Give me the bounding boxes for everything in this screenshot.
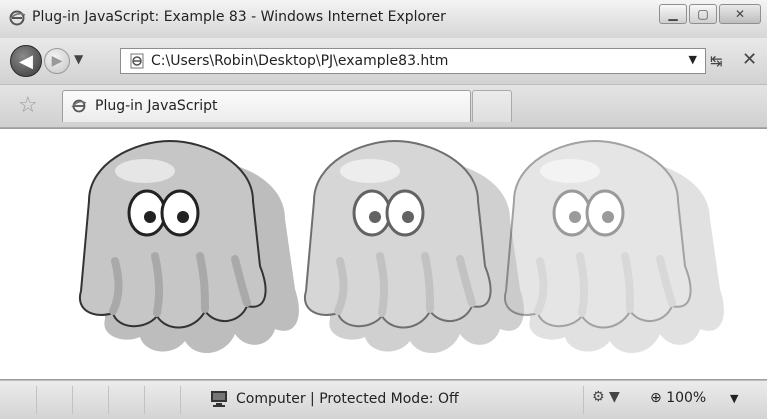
address-input[interactable]	[151, 51, 661, 71]
ie-logo-icon	[9, 10, 26, 26]
favorites-star-icon[interactable]: ☆	[18, 93, 38, 118]
stop-button[interactable]: ✕	[742, 49, 757, 70]
ghost-image	[505, 141, 724, 353]
status-segment	[0, 386, 37, 414]
security-zone-label[interactable]: Computer | Protected Mode: Off	[236, 391, 459, 407]
computer-icon	[211, 391, 227, 407]
new-tab-button[interactable]	[472, 90, 512, 122]
maximize-button[interactable]: ▢	[689, 4, 717, 24]
browser-window: Plug-in JavaScript: Example 83 - Windows…	[0, 0, 767, 419]
tab-bar: ☆ Plug-in JavaScript	[0, 85, 767, 128]
page-content	[0, 128, 767, 380]
ghost-image	[305, 141, 524, 353]
zoom-level: 100%	[666, 390, 707, 406]
status-segment	[36, 386, 73, 414]
ghost-canvas	[0, 129, 767, 381]
address-dropdown-button[interactable]: ▼	[689, 53, 697, 66]
forward-button[interactable]: ▶	[44, 48, 70, 74]
tab-plug-in-javascript[interactable]: Plug-in JavaScript	[62, 90, 471, 122]
status-segment	[144, 386, 181, 414]
refresh-button[interactable]: ↹	[710, 52, 723, 70]
status-bar: Computer | Protected Mode: Off ⚙ ▼ ⊕ 100…	[0, 380, 767, 419]
minimize-button[interactable]: ▁	[659, 4, 687, 24]
protection-settings-button[interactable]: ⚙ ▼	[592, 389, 620, 405]
close-button[interactable]: ✕	[719, 4, 761, 24]
tab-label: Plug-in JavaScript	[95, 98, 218, 114]
back-arrow-icon: ◀	[19, 50, 33, 72]
status-segment	[72, 386, 109, 414]
status-divider	[582, 386, 584, 414]
page-icon	[71, 99, 87, 113]
address-bar[interactable]: ▼	[120, 48, 706, 74]
history-dropdown-button[interactable]: ▼	[74, 52, 83, 66]
page-icon	[130, 53, 144, 69]
zoom-button[interactable]: ⊕ 100%	[650, 390, 706, 406]
window-title: Plug-in JavaScript: Example 83 - Windows…	[32, 9, 446, 25]
forward-arrow-icon: ▶	[51, 53, 63, 69]
status-segment	[108, 386, 145, 414]
ghost-image	[80, 141, 299, 353]
shield-icon: ⚙	[592, 389, 605, 405]
dropdown-arrow-icon: ▼	[609, 389, 620, 405]
navigation-bar: ◀ ▶ ▼ ▼ ↹ ✕	[0, 38, 767, 85]
window-controls: ▁ ▢ ✕	[659, 4, 761, 24]
magnifier-icon: ⊕	[650, 390, 662, 406]
title-bar[interactable]: Plug-in JavaScript: Example 83 - Windows…	[0, 0, 767, 39]
back-button[interactable]: ◀	[10, 45, 42, 77]
zoom-dropdown-button[interactable]: ▼	[730, 392, 738, 405]
